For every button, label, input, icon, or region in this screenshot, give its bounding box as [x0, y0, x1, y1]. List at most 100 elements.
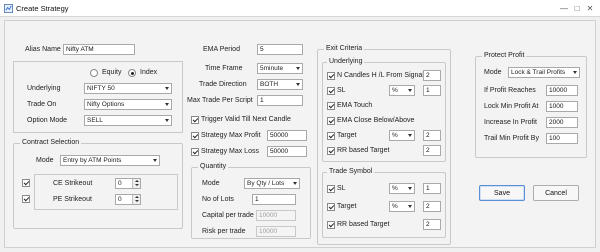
trade-symbol-group: Trade Symbol SL % 1 Target % 2 RR based …: [322, 168, 446, 238]
pe-strikeout-checkbox[interactable]: [22, 195, 30, 203]
protect-profit-group: Protect Profit Mode Lock & Trail Profits…: [475, 52, 587, 158]
capital-input[interactable]: 10000: [256, 210, 296, 221]
underlying-rr-checkbox[interactable]: [327, 147, 335, 155]
pe-strikeout-stepper[interactable]: 0: [115, 194, 141, 205]
close-button[interactable]: ✕: [584, 3, 596, 14]
underlying-rr-input[interactable]: 2: [423, 145, 441, 156]
instrument-panel: Equity Index Underlying NIFTY 50 Trade O…: [13, 61, 183, 133]
chevron-down-icon: [293, 182, 297, 185]
ce-strikeout-label: CE Strikeout: [53, 180, 93, 187]
pe-strikeout-label: PE Strikeout: [53, 196, 92, 203]
quantity-mode-select[interactable]: By Qty / Lots: [244, 178, 300, 189]
trail-label: Trail Min Profit By: [484, 135, 539, 142]
symbol-sl-input[interactable]: 1: [423, 183, 441, 194]
chevron-down-icon: [165, 119, 169, 122]
minimize-button[interactable]: —: [558, 3, 570, 14]
trade-direction-select[interactable]: BOTH: [257, 79, 303, 90]
quantity-group: Quantity Mode By Qty / Lots No of Lots 1…: [191, 163, 311, 239]
ce-strikeout-stepper[interactable]: 0: [115, 178, 141, 189]
underlying-label: Underlying: [27, 85, 61, 92]
underlying-target-checkbox[interactable]: [327, 132, 335, 140]
max-trade-input[interactable]: 1: [257, 95, 303, 106]
chevron-down-icon: [165, 103, 169, 106]
underlying-target-label: Target: [337, 132, 357, 139]
ce-strikeout-checkbox[interactable]: [22, 179, 30, 187]
n-candles-input[interactable]: 2: [423, 70, 441, 81]
symbol-target-checkbox[interactable]: [327, 203, 335, 211]
ema-close-label: EMA Close Below/Above: [337, 117, 415, 124]
spinner-arrows-icon[interactable]: [132, 179, 140, 188]
underlying-select[interactable]: NIFTY 50: [84, 83, 172, 94]
maximize-button[interactable]: □: [571, 3, 583, 14]
cancel-button[interactable]: Cancel: [533, 185, 579, 201]
equity-radio[interactable]: [90, 69, 98, 77]
exit-criteria-title: Exit Criteria: [324, 45, 365, 52]
exit-criteria-group: Exit Criteria Underlying N Candles H /L …: [317, 45, 451, 245]
chevron-down-icon: [408, 205, 412, 208]
ema-period-label: EMA Period: [203, 46, 240, 53]
ema-close-checkbox[interactable]: [327, 117, 335, 125]
symbol-rr-input[interactable]: 2: [423, 219, 441, 230]
profit-reaches-label: If Profit Reaches: [484, 87, 536, 94]
lots-label: No of Lots: [202, 196, 234, 203]
exit-underlying-group: Underlying N Candles H /L From Signal 2 …: [322, 58, 446, 162]
ema-touch-label: EMA Touch: [337, 102, 373, 109]
dialog-body: Alias Name Nifty ATM Equity Index Underl…: [4, 20, 596, 248]
underlying-target-input[interactable]: 2: [423, 130, 441, 141]
n-candles-checkbox[interactable]: [327, 72, 335, 80]
quantity-title: Quantity: [198, 163, 229, 170]
chevron-down-icon: [408, 89, 412, 92]
strategy-max-loss-checkbox[interactable]: [191, 148, 199, 156]
risk-label: Risk per trade: [202, 228, 246, 235]
contract-selection-title: Contract Selection: [20, 139, 82, 146]
strategy-max-profit-checkbox[interactable]: [191, 132, 199, 140]
profit-reaches-input[interactable]: 10000: [546, 85, 578, 96]
increase-input[interactable]: 2000: [546, 117, 578, 128]
protect-profit-title: Protect Profit: [482, 52, 527, 59]
trigger-valid-checkbox[interactable]: [191, 116, 199, 124]
protect-mode-select[interactable]: Lock & Trail Profits: [508, 67, 580, 78]
trade-symbol-title: Trade Symbol: [327, 168, 375, 175]
symbol-sl-checkbox[interactable]: [327, 185, 335, 193]
symbol-target-unit-select[interactable]: %: [389, 201, 415, 212]
save-button[interactable]: Save: [479, 185, 525, 201]
option-mode-label: Option Mode: [27, 117, 68, 124]
strategy-max-profit-label: Strategy Max Profit: [201, 132, 261, 139]
symbol-rr-checkbox[interactable]: [327, 221, 335, 229]
ema-period-input[interactable]: 5: [257, 44, 303, 55]
symbol-sl-unit-select[interactable]: %: [389, 183, 415, 194]
index-label: Index: [140, 69, 158, 76]
option-mode-select[interactable]: SELL: [84, 115, 172, 126]
n-candles-label: N Candles H /L From Signal: [337, 72, 424, 79]
symbol-target-input[interactable]: 2: [423, 201, 441, 212]
lots-input[interactable]: 1: [252, 194, 296, 205]
underlying-target-unit-select[interactable]: %: [389, 130, 415, 141]
chevron-down-icon: [165, 87, 169, 90]
strategy-max-profit-input[interactable]: 50000: [267, 130, 307, 141]
trade-on-select[interactable]: Nifty Options: [84, 99, 172, 110]
chevron-down-icon: [573, 71, 577, 74]
alias-input[interactable]: Nifty ATM: [63, 44, 135, 55]
time-frame-label: Time Frame: [205, 65, 243, 72]
chevron-down-icon: [296, 67, 300, 70]
symbol-rr-label: RR based Target: [337, 221, 390, 228]
ema-touch-checkbox[interactable]: [327, 102, 335, 110]
symbol-target-label: Target: [337, 203, 357, 210]
symbol-sl-label: SL: [337, 185, 346, 192]
window-title: Create Strategy: [16, 4, 69, 13]
spinner-arrows-icon[interactable]: [132, 195, 140, 204]
index-radio[interactable]: [128, 69, 136, 77]
strategy-max-loss-input[interactable]: 50000: [267, 146, 307, 157]
contract-mode-select[interactable]: Entry by ATM Points: [60, 155, 160, 166]
underlying-sl-input[interactable]: 1: [423, 85, 441, 96]
contract-selection-group: Contract Selection Mode Entry by ATM Poi…: [13, 139, 183, 229]
lock-min-input[interactable]: 1000: [546, 101, 578, 112]
underlying-sl-unit-select[interactable]: %: [389, 85, 415, 96]
underlying-rr-label: RR based Target: [337, 147, 390, 154]
underlying-sl-checkbox[interactable]: [327, 87, 335, 95]
risk-input[interactable]: 10000: [256, 226, 296, 237]
trail-input[interactable]: 100: [546, 133, 578, 144]
time-frame-select[interactable]: 5minute: [257, 63, 303, 74]
chevron-down-icon: [408, 134, 412, 137]
increase-label: Increase In Profit: [484, 119, 537, 126]
